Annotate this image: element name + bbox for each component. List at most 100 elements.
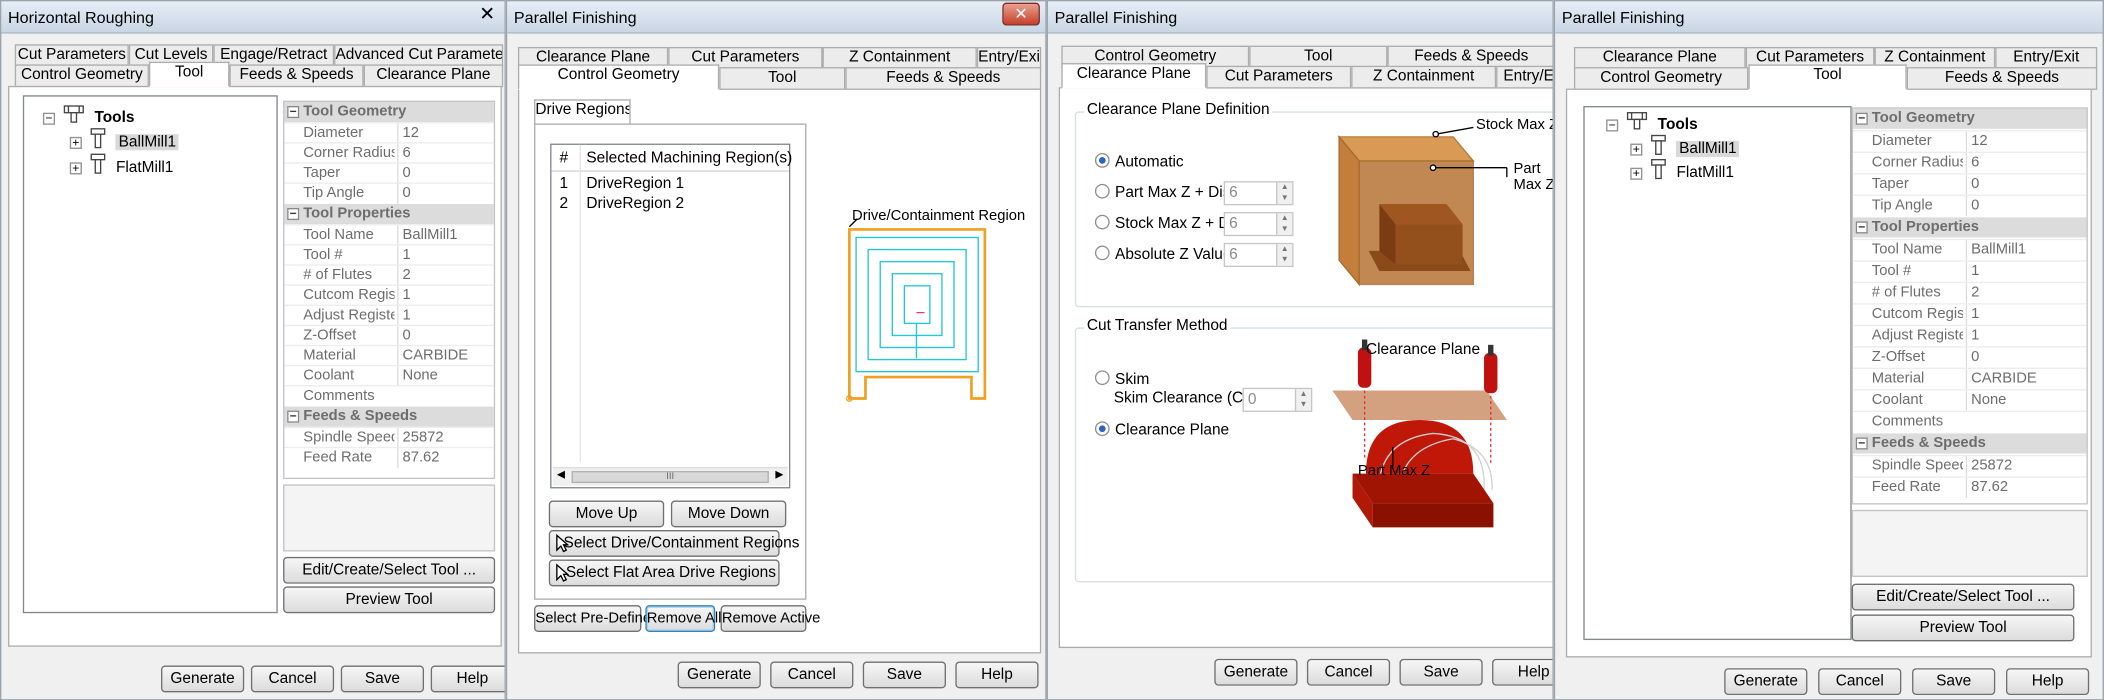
save-button[interactable]: Save <box>1399 658 1483 686</box>
help-button[interactable]: Help <box>430 665 505 693</box>
tab-tool[interactable]: Tool <box>719 67 846 90</box>
cancel-button[interactable]: Cancel <box>1818 668 1902 696</box>
tab-drive-regions[interactable]: Drive Regions <box>534 99 631 125</box>
prop-row[interactable]: Diameter 12 <box>1853 130 2087 152</box>
spinner-arrows-icon[interactable]: ▲ ▼ <box>1294 389 1311 411</box>
tab-tool[interactable]: Tool <box>148 61 230 88</box>
collapse-icon[interactable]: − <box>287 105 300 119</box>
prop-row[interactable]: Adjust Register 1 <box>1853 324 2087 347</box>
prop-row[interactable]: Tool #1 <box>1853 260 2087 282</box>
category-tool-geometry[interactable]: − Tool Geometry <box>284 101 494 123</box>
close-icon[interactable]: ✕ <box>1002 2 1040 26</box>
collapse-icon[interactable]: − <box>287 410 300 423</box>
generate-button[interactable]: Generate <box>1214 658 1298 686</box>
prop-row[interactable]: Tool Name BallMill1 <box>284 224 494 246</box>
select-pre-defined-button[interactable]: Select Pre-Defined <box>534 605 659 632</box>
move-up-button[interactable]: Move Up <box>548 500 665 528</box>
prop-row[interactable]: Material CARBIDE <box>1853 367 2087 390</box>
prop-row[interactable]: Tip Angle 0 <box>1853 194 2087 217</box>
tab-entry-exit[interactable]: Entry/Exit <box>1496 65 1553 89</box>
edit-create-select-tool-button[interactable]: Edit/Create/Select Tool ... <box>283 556 496 584</box>
tab-control-geometry[interactable]: Control Geometry <box>1573 67 1749 90</box>
clearance-plane-radio[interactable]: Clearance Plane <box>1094 421 1229 440</box>
close-icon[interactable]: ✕ <box>475 3 499 26</box>
tree-item-flatmill1[interactable]: + FlatMill1 <box>1630 158 1734 182</box>
automatic-radio[interactable]: Automatic <box>1094 153 1184 172</box>
prop-row[interactable]: Feed Rate 87.62 <box>284 446 494 469</box>
collapse-icon[interactable]: − <box>1606 118 1619 131</box>
stock-max-z-dist-radio[interactable]: Stock Max Z + Dist <box>1094 215 1245 234</box>
prop-row[interactable]: Tool #1 <box>284 244 494 266</box>
scroll-left-icon[interactable]: ◀ <box>557 468 565 480</box>
tool-properties-grid[interactable]: − Tool Geometry Diameter 12 Corner Radius 6… <box>1851 107 2088 505</box>
category-feeds-speeds[interactable]: − Feeds & Speeds <box>1853 433 2087 454</box>
part-max-z-dist-field[interactable]: 6 ▲ ▼ <box>1223 181 1294 206</box>
help-button[interactable]: Help <box>955 661 1039 689</box>
prop-row[interactable]: Spindle Speed 25872 <box>1853 454 2087 477</box>
tab-tool[interactable]: Tool <box>1748 64 1907 90</box>
prop-row[interactable]: Comments <box>1853 410 2087 431</box>
prop-row[interactable]: Adjust Register 1 <box>284 304 494 327</box>
cancel-button[interactable]: Cancel <box>770 661 854 689</box>
tool-tree[interactable]: − Tools + BallMill1 + FlatMill1 <box>22 95 278 614</box>
tab-clearance-plane[interactable]: Clearance Plane <box>363 64 504 88</box>
tab-control-geometry[interactable]: Control Geometry <box>14 64 149 88</box>
generate-button[interactable]: Generate <box>1724 668 1808 696</box>
prop-row[interactable]: Z-Offset 0 <box>1853 346 2087 368</box>
part-max-z-dist-radio[interactable]: Part Max Z + Dist <box>1094 184 1235 203</box>
prop-row[interactable]: Diameter 12 <box>284 122 494 144</box>
spinner-arrows-icon[interactable]: ▲ ▼ <box>1276 213 1293 235</box>
prop-row[interactable]: Cutcom Register1 <box>1853 303 2087 325</box>
prop-row[interactable]: Material CARBIDE <box>284 344 494 367</box>
collapse-icon[interactable]: − <box>42 111 56 125</box>
move-down-button[interactable]: Move Down <box>670 500 787 528</box>
horizontal-scrollbar[interactable]: ◀ III ▶ <box>552 466 788 486</box>
tab-feeds-speeds[interactable]: Feeds & Speeds <box>845 67 1042 90</box>
cancel-button[interactable]: Cancel <box>250 665 335 693</box>
tab-feeds-speeds[interactable]: Feeds & Speeds <box>229 64 364 88</box>
region-row[interactable]: DriveRegion 1 <box>586 176 684 192</box>
prop-row[interactable]: Corner Radius 6 <box>284 142 494 164</box>
tree-item-flatmill1[interactable]: + FlatMill1 <box>69 153 173 177</box>
tab-feeds-speeds[interactable]: Feeds & Speeds <box>1906 67 2098 90</box>
edit-create-select-tool-button[interactable]: Edit/Create/Select Tool ... <box>1851 583 2075 611</box>
machining-regions-grid[interactable]: # Selected Machining Region(s) 1 DriveRe… <box>550 143 792 489</box>
help-button[interactable]: Help <box>1492 658 1553 686</box>
tree-root[interactable]: − Tools <box>42 105 134 129</box>
tab-control-geometry[interactable]: Control Geometry <box>517 64 720 90</box>
tree-item-ballmill1[interactable]: + BallMill1 <box>69 127 179 151</box>
select-drive-containment-regions-button[interactable]: Select Drive/Containment Regions <box>548 530 799 557</box>
remove-active-button[interactable]: Remove Active <box>720 605 820 632</box>
category-feeds-speeds[interactable]: − Feeds & Speeds <box>284 406 494 427</box>
prop-row[interactable]: Corner Radius 6 <box>1853 151 2087 174</box>
expand-icon[interactable]: + <box>1630 142 1643 155</box>
prop-row[interactable]: Spindle Speed 25872 <box>284 426 494 449</box>
collapse-icon[interactable]: − <box>287 207 300 221</box>
spinner-arrows-icon[interactable]: ▲ ▼ <box>1276 182 1293 204</box>
collapse-icon[interactable]: − <box>1855 112 1868 125</box>
tree-item-ballmill1[interactable]: + BallMill1 <box>1630 134 1740 158</box>
preview-tool-button[interactable]: Preview Tool <box>1851 614 2075 642</box>
prop-row[interactable]: Tip Angle 0 <box>284 182 494 204</box>
prop-row[interactable]: Tool Name BallMill1 <box>1853 238 2087 261</box>
collapse-icon[interactable]: − <box>1855 221 1868 234</box>
tab-z-containment[interactable]: Z Containment <box>1351 65 1497 89</box>
absolute-z-value-radio[interactable]: Absolute Z Value <box>1094 246 1231 265</box>
prop-row[interactable]: Taper 0 <box>284 162 494 184</box>
scroll-thumb[interactable]: III <box>571 470 769 484</box>
prop-row[interactable]: Coolant None <box>1853 389 2087 411</box>
skim-radio[interactable]: Skim <box>1094 370 1149 389</box>
category-tool-geometry[interactable]: − Tool Geometry <box>1853 108 2087 129</box>
save-button[interactable]: Save <box>862 661 946 689</box>
tool-properties-grid[interactable]: − Tool Geometry Diameter 12 Corner Radius 6… <box>283 100 496 480</box>
region-row[interactable]: DriveRegion 2 <box>586 196 684 212</box>
save-button[interactable]: Save <box>1912 668 1996 696</box>
help-button[interactable]: Help <box>2005 668 2090 696</box>
tool-tree[interactable]: − Tools + BallMill1 + FlatMill1 <box>1583 106 1852 641</box>
prop-row[interactable]: Taper 0 <box>1853 173 2087 195</box>
prop-row[interactable]: # of Flutes 2 <box>1853 281 2087 304</box>
prop-row[interactable]: # of Flutes 2 <box>284 264 494 286</box>
collapse-icon[interactable]: − <box>1855 437 1868 450</box>
remove-all-button[interactable]: Remove All <box>645 605 721 632</box>
absolute-z-value-field[interactable]: 6 ▲ ▼ <box>1223 242 1294 268</box>
